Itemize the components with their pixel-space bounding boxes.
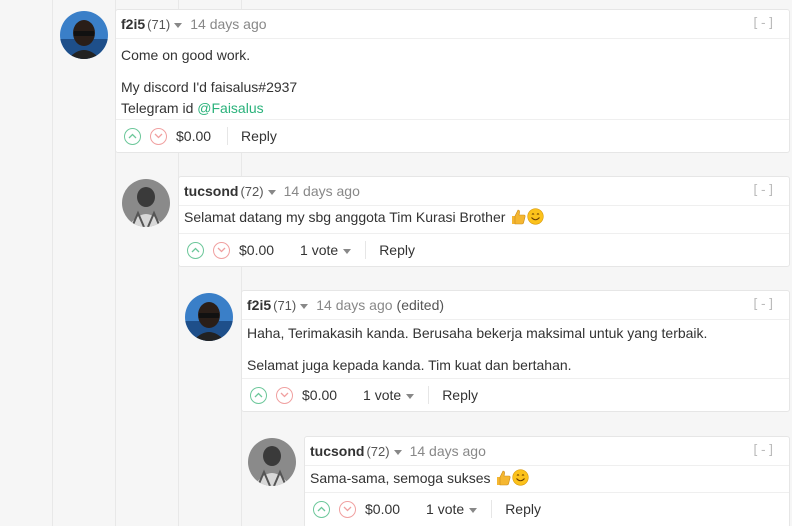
comment-paragraph: Selamat datang my sbg anggota Tim Kurasi…: [184, 207, 784, 231]
reply-button[interactable]: Reply: [505, 501, 541, 517]
comment-header: tucsond (72) 14 days ago [-]: [179, 177, 789, 206]
comment-header: f2i5 (71) 14 days ago (edited) [-]: [242, 291, 789, 320]
avatar[interactable]: [60, 11, 108, 59]
reputation: (71): [273, 297, 297, 313]
downvote-icon[interactable]: [339, 500, 356, 518]
comment-paragraph: My discord I'd faisalus#2937: [121, 79, 298, 95]
reputation: (72): [240, 183, 264, 199]
reply-button[interactable]: Reply: [379, 242, 415, 258]
reputation: (72): [366, 443, 390, 459]
thread-rail: [52, 0, 53, 526]
upvote-icon[interactable]: [187, 241, 204, 259]
collapse-button[interactable]: [-]: [752, 183, 775, 198]
author-name[interactable]: f2i5: [247, 297, 271, 313]
vote-count-label: 1 vote: [363, 387, 402, 403]
collapse-button[interactable]: [-]: [752, 16, 775, 31]
vote-count-label: 1 vote: [300, 242, 339, 258]
timestamp[interactable]: 14 days ago: [284, 183, 360, 199]
upvote-icon[interactable]: [124, 127, 141, 145]
payout-amount[interactable]: $0.00: [176, 128, 211, 144]
comment-text: Sama-sama, semoga sukses: [310, 470, 491, 486]
edited-label: (edited): [396, 297, 445, 313]
timestamp[interactable]: 14 days ago: [190, 16, 266, 32]
vote-count[interactable]: 1 vote: [363, 387, 415, 403]
author-name[interactable]: f2i5: [121, 16, 145, 32]
comment-paragraph: Haha, Terimakasih kanda. Berusaha bekerj…: [247, 325, 708, 341]
downvote-icon[interactable]: [213, 241, 230, 259]
reply-button[interactable]: Reply: [241, 128, 277, 144]
comment-header: f2i5 (71) 14 days ago [-]: [116, 10, 789, 39]
collapse-button[interactable]: [-]: [752, 297, 775, 312]
avatar[interactable]: [122, 179, 170, 227]
upvote-icon[interactable]: [313, 500, 330, 518]
author-name[interactable]: tucsond: [310, 443, 364, 459]
smile-emoji: [527, 208, 544, 231]
caret-down-icon[interactable]: [393, 449, 402, 455]
smile-emoji: [512, 469, 530, 492]
comment-paragraph: Telegram id @Faisalus: [121, 98, 784, 119]
comment-card: tucsond (72) 14 days ago [-] Selamat dat…: [178, 176, 790, 267]
author-name[interactable]: tucsond: [184, 183, 238, 199]
avatar[interactable]: [185, 293, 233, 341]
downvote-icon[interactable]: [276, 386, 293, 404]
comment-body: Haha, Terimakasih kanda. Berusaha bekerj…: [242, 320, 789, 376]
comment-card: f2i5 (71) 14 days ago (edited) [-] Haha,…: [241, 290, 790, 412]
comment-body: Come on good work. My discord I'd faisal…: [116, 39, 789, 119]
upvote-icon[interactable]: [250, 386, 267, 404]
vote-count[interactable]: 1 vote: [300, 242, 352, 258]
comment-card: tucsond (72) 14 days ago [-] Sama-sama, …: [304, 436, 790, 526]
comment-paragraph: Sama-sama, semoga sukses: [310, 468, 784, 492]
caret-down-icon[interactable]: [174, 22, 183, 28]
divider: [365, 241, 367, 259]
comment-paragraph: Come on good work.: [121, 47, 251, 63]
comment-text: Selamat datang my sbg anggota Tim Kurasi…: [184, 209, 506, 225]
comment-footer: $0.00 1 vote Reply: [242, 378, 789, 411]
payout-amount[interactable]: $0.00: [239, 242, 274, 258]
downvote-icon[interactable]: [150, 127, 167, 145]
reputation: (71): [147, 16, 171, 32]
collapse-button[interactable]: [-]: [752, 443, 775, 458]
reply-button[interactable]: Reply: [442, 387, 478, 403]
caret-down-icon[interactable]: [300, 303, 309, 309]
divider: [491, 500, 493, 518]
comment-text: Telegram id: [121, 100, 198, 116]
divider: [227, 127, 229, 145]
avatar[interactable]: [248, 438, 296, 486]
thumbs-up-emoji: [510, 209, 526, 231]
comment-header: tucsond (72) 14 days ago [-]: [305, 437, 789, 466]
comment-body: Sama-sama, semoga sukses: [305, 466, 789, 492]
caret-down-icon[interactable]: [267, 189, 276, 195]
comment-footer: $0.00 1 vote Reply: [305, 492, 789, 525]
comment-footer: $0.00 1 vote Reply: [179, 233, 789, 266]
comment-footer: $0.00 Reply: [116, 119, 789, 152]
thumbs-up-emoji: [495, 470, 511, 492]
caret-down-icon[interactable]: [343, 248, 352, 254]
telegram-link[interactable]: @Faisalus: [197, 100, 263, 116]
caret-down-icon[interactable]: [469, 507, 478, 513]
payout-amount[interactable]: $0.00: [365, 501, 400, 517]
comment-body: Selamat datang my sbg anggota Tim Kurasi…: [179, 206, 789, 231]
vote-count-label: 1 vote: [426, 501, 465, 517]
timestamp[interactable]: 14 days ago: [316, 297, 392, 313]
divider: [428, 386, 430, 404]
caret-down-icon[interactable]: [406, 393, 415, 399]
comment-paragraph: Selamat juga kepada kanda. Tim kuat dan …: [247, 357, 572, 373]
vote-count[interactable]: 1 vote: [426, 501, 478, 517]
comment-card: f2i5 (71) 14 days ago [-] Come on good w…: [115, 9, 790, 153]
timestamp[interactable]: 14 days ago: [410, 443, 486, 459]
payout-amount[interactable]: $0.00: [302, 387, 337, 403]
